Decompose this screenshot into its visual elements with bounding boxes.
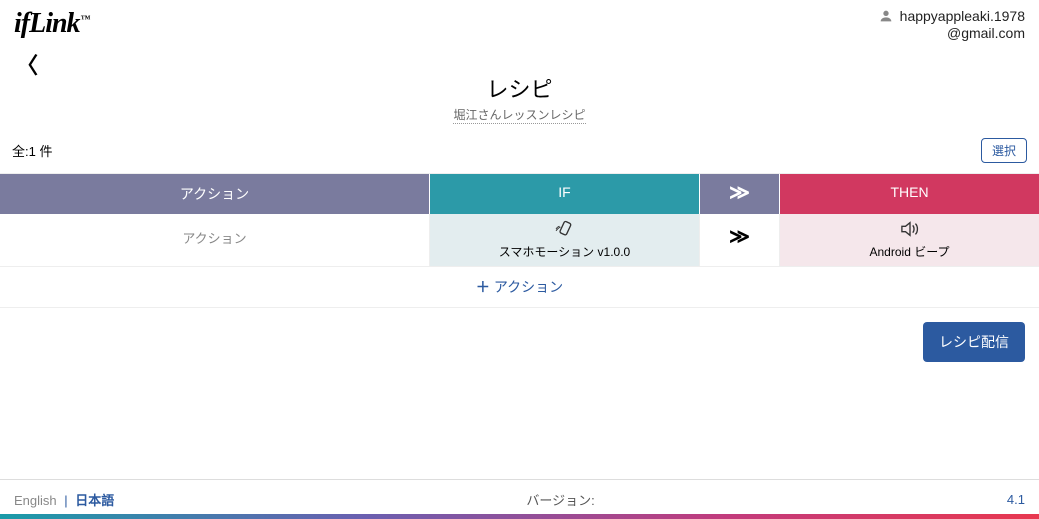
distribute-button[interactable]: レシピ配信 (923, 322, 1025, 362)
motion-icon (430, 220, 699, 243)
app-logo: ifLink™ (14, 8, 90, 40)
user-name: happyappleaki.1978 (900, 8, 1025, 25)
header-if: IF (430, 174, 700, 214)
page-subtitle: 堀江さんレッスンレシピ (453, 106, 585, 124)
footer-bar: English | 日本語 バージョン: 4.1 (0, 479, 1039, 519)
user-domain: @gmail.com (878, 25, 1025, 42)
select-button[interactable]: 選択 (981, 138, 1027, 163)
lang-english[interactable]: English (14, 493, 57, 508)
version-label: バージョン: (526, 490, 594, 509)
add-action-button[interactable]: ＋アクション (0, 267, 1039, 308)
avatar-icon (878, 8, 894, 24)
page-title: レシピ (0, 72, 1039, 104)
recipe-row[interactable]: アクション スマホモーション v1.0.0 ≫ Android ビープ (0, 214, 1039, 267)
header-action: アクション (0, 174, 430, 214)
cell-arrow: ≫ (700, 214, 780, 266)
count-label: 全:1 件 (12, 141, 52, 160)
gradient-bar (0, 514, 1039, 519)
version-value: 4.1 (1007, 492, 1025, 507)
lang-japanese[interactable]: 日本語 (75, 493, 114, 508)
speaker-icon (780, 220, 1039, 243)
then-label: Android ビープ (870, 245, 950, 259)
header-arrow: ≫ (700, 174, 780, 214)
user-info: happyappleaki.1978 @gmail.com (878, 8, 1025, 42)
plus-icon: ＋ (476, 279, 490, 295)
language-switcher[interactable]: English | 日本語 (14, 490, 114, 509)
cell-if[interactable]: スマホモーション v1.0.0 (430, 214, 700, 266)
cell-action[interactable]: アクション (0, 214, 430, 266)
if-label: スマホモーション v1.0.0 (499, 245, 630, 259)
header-then: THEN (780, 174, 1039, 214)
column-headers: アクション IF ≫ THEN (0, 174, 1039, 214)
cell-then[interactable]: Android ビープ (780, 214, 1039, 266)
